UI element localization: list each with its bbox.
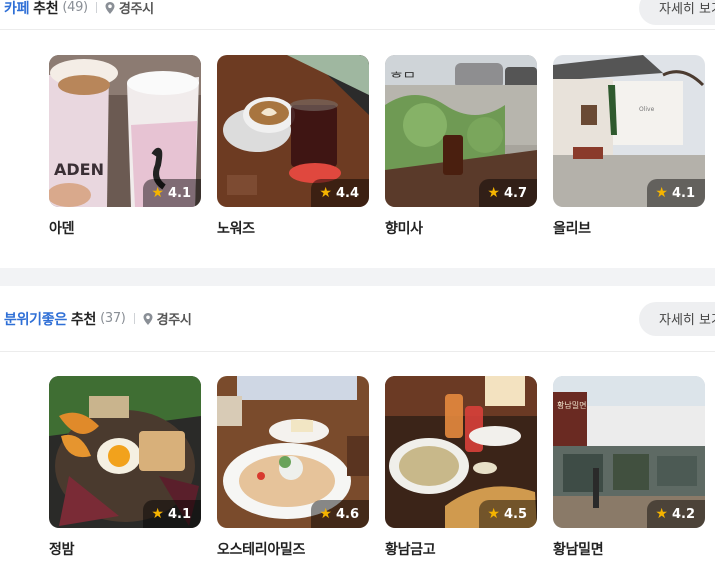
rating-value: 4.7 bbox=[503, 185, 527, 201]
rating-value: 4.4 bbox=[335, 185, 359, 201]
star-icon: ★ bbox=[655, 506, 668, 522]
place-card[interactable]: ADEN ★ 4.1 아덴 bbox=[49, 55, 201, 238]
place-name: 올리브 bbox=[553, 221, 591, 237]
place-card[interactable]: ★ 4.4 노워즈 bbox=[217, 55, 369, 238]
rating-value: 4.1 bbox=[167, 506, 191, 522]
place-card[interactable]: ★ 4.6 오스테리아밀즈 bbox=[217, 376, 369, 559]
rating-badge: ★ 4.4 bbox=[311, 179, 369, 207]
place-thumbnail: ★ 4.6 bbox=[217, 376, 369, 528]
place-card[interactable]: ★ 4.1 정밤 bbox=[49, 376, 201, 559]
place-thumbnail: ★ 4.5 bbox=[385, 376, 537, 528]
star-icon: ★ bbox=[655, 185, 668, 201]
place-thumbnail: 황남밀면 ★ 4.2 bbox=[553, 376, 705, 528]
recommend-section-mood: 분위기좋은 추천 (37) 경주시 자세히 보기 bbox=[0, 286, 715, 581]
rating-badge: ★ 4.1 bbox=[647, 179, 705, 207]
place-name: 정밤 bbox=[49, 542, 75, 558]
rating-value: 4.6 bbox=[335, 506, 359, 522]
place-card[interactable]: 황남밀면 ★ 4.2 황남밀면 bbox=[553, 376, 705, 559]
card-list: ADEN ★ 4.1 아덴 ★ 4.4 노워즈 ᄒᄆ ★ 4.7 향미사 Oli… bbox=[0, 30, 715, 238]
rating-value: 4.1 bbox=[167, 185, 191, 201]
recommend-section-cafe: 카페 추천 (49) 경주시 자세히 보기 A bbox=[0, 0, 715, 268]
star-icon: ★ bbox=[151, 506, 164, 522]
rating-value: 4.2 bbox=[671, 506, 695, 522]
rating-badge: ★ 4.5 bbox=[479, 500, 537, 528]
title-divider bbox=[95, 2, 97, 13]
place-card[interactable]: ᄒᄆ ★ 4.7 향미사 bbox=[385, 55, 537, 238]
section-keyword: 카페 bbox=[4, 0, 30, 17]
location-pin-icon bbox=[105, 1, 115, 14]
section-suffix: 추천 bbox=[70, 311, 97, 328]
star-icon: ★ bbox=[487, 185, 500, 201]
place-name: 황남금고 bbox=[385, 542, 436, 558]
place-thumbnail: ADEN ★ 4.1 bbox=[49, 55, 201, 207]
rating-badge: ★ 4.6 bbox=[311, 500, 369, 528]
rating-badge: ★ 4.1 bbox=[143, 500, 201, 528]
section-location: 경주시 bbox=[156, 313, 192, 328]
rating-value: 4.1 bbox=[671, 185, 695, 201]
place-thumbnail: Olive ★ 4.1 bbox=[553, 55, 705, 207]
place-thumbnail: ᄒᄆ ★ 4.7 bbox=[385, 55, 537, 207]
see-more-button[interactable]: 자세히 보기 bbox=[639, 0, 715, 25]
rating-badge: ★ 4.1 bbox=[143, 179, 201, 207]
rating-value: 4.5 bbox=[503, 506, 527, 522]
section-count: (37) bbox=[100, 311, 126, 326]
section-title: 분위기좋은 추천 (37) 경주시 bbox=[4, 309, 192, 329]
star-icon: ★ bbox=[319, 506, 332, 522]
section-gap bbox=[0, 268, 715, 286]
place-name: 노워즈 bbox=[217, 221, 255, 237]
place-name: 황남밀면 bbox=[553, 542, 604, 558]
svg-text:Olive: Olive bbox=[639, 106, 655, 113]
section-keyword: 분위기좋은 bbox=[4, 311, 67, 328]
rating-badge: ★ 4.2 bbox=[647, 500, 705, 528]
location-pin-icon bbox=[143, 312, 153, 325]
place-name: 향미사 bbox=[385, 221, 423, 237]
section-title: 카페 추천 (49) 경주시 bbox=[4, 0, 154, 18]
star-icon: ★ bbox=[151, 185, 164, 201]
place-card[interactable]: ★ 4.5 황남금고 bbox=[385, 376, 537, 559]
see-more-button[interactable]: 자세히 보기 bbox=[639, 301, 715, 336]
svg-text:ᄒᄆ: ᄒᄆ bbox=[390, 71, 416, 87]
star-icon: ★ bbox=[319, 185, 332, 201]
section-header: 카페 추천 (49) 경주시 자세히 보기 bbox=[0, 0, 715, 30]
section-location: 경주시 bbox=[118, 2, 154, 17]
svg-text:황남밀면: 황남밀면 bbox=[557, 400, 586, 410]
place-name: 오스테리아밀즈 bbox=[217, 542, 306, 558]
section-suffix: 추천 bbox=[33, 0, 59, 17]
title-divider bbox=[133, 313, 135, 324]
section-header: 분위기좋은 추천 (37) 경주시 자세히 보기 bbox=[0, 286, 715, 352]
section-count: (49) bbox=[62, 0, 88, 15]
rating-badge: ★ 4.7 bbox=[479, 179, 537, 207]
place-name: 아덴 bbox=[49, 221, 75, 237]
card-list: ★ 4.1 정밤 ★ 4.6 오스테리아밀즈 ★ 4.5 황남금고 황남밀면 ★… bbox=[0, 352, 715, 559]
svg-text:ADEN: ADEN bbox=[54, 160, 104, 179]
place-thumbnail: ★ 4.1 bbox=[49, 376, 201, 528]
star-icon: ★ bbox=[487, 506, 500, 522]
place-card[interactable]: Olive ★ 4.1 올리브 bbox=[553, 55, 705, 238]
place-thumbnail: ★ 4.4 bbox=[217, 55, 369, 207]
